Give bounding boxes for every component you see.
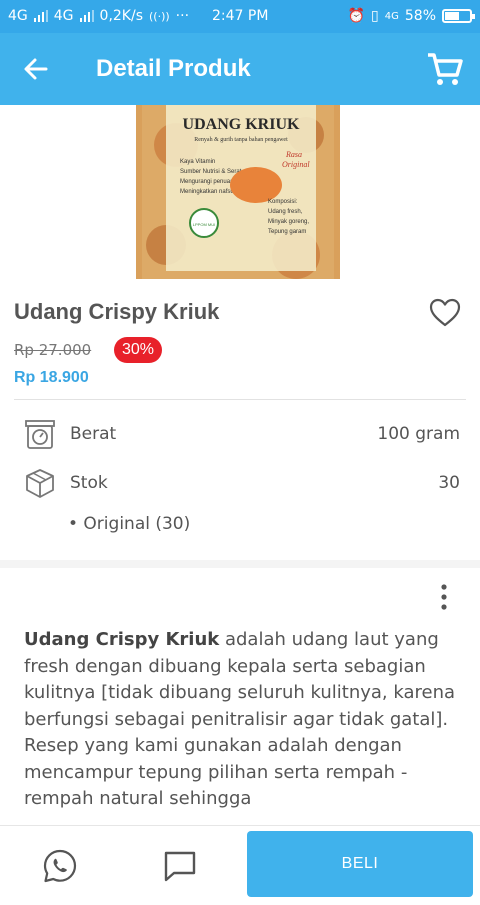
bag-composition-title: Komposisi: — [268, 199, 298, 205]
overflow-dots: ··· — [175, 8, 190, 24]
chat-button[interactable] — [162, 848, 198, 884]
more-options-button[interactable] — [434, 583, 454, 611]
bag-composition-1: Udang fresh, — [268, 209, 303, 215]
spec-label-weight: Berat — [70, 424, 117, 444]
spec-value-stock: 30 — [438, 473, 460, 493]
vibrate-icon: ▯ — [371, 8, 379, 24]
section-separator — [0, 560, 480, 568]
wifi-hotspot-icon: ((·)) — [149, 9, 170, 23]
signal-icon-2 — [79, 10, 94, 22]
product-image[interactable]: UDANG KRIUK Renyah & gurih tanpa bahan p… — [136, 105, 340, 279]
spec-value-weight: 100 gram — [377, 424, 460, 444]
cart-icon — [428, 53, 463, 85]
data-speed: 0,2K/s — [99, 8, 143, 24]
bag-benefit-2: Sumber Nutrisi & Serat — [180, 169, 242, 175]
heart-icon — [429, 298, 461, 327]
bag-benefit-1: Kaya Vitamin — [180, 159, 215, 165]
description-text: adalah udang laut yang fresh dengan dibu… — [24, 629, 456, 809]
sale-price: Rp 18.900 — [14, 369, 89, 386]
arrow-left-icon — [24, 58, 48, 80]
battery-percent: 58% — [404, 8, 436, 24]
scale-icon — [25, 420, 55, 449]
network-label-right: 4G — [384, 10, 399, 22]
page-title: Detail Produk — [96, 55, 251, 82]
bag-composition-3: Tepung garam — [268, 229, 306, 235]
cart-button[interactable] — [424, 49, 464, 89]
chat-icon — [164, 851, 196, 882]
signal-icon — [33, 10, 48, 22]
app-bar: Detail Produk — [0, 33, 480, 105]
network-label-2: 4G — [53, 8, 74, 24]
network-label: 4G — [8, 8, 28, 24]
divider — [14, 399, 466, 400]
back-button[interactable] — [18, 51, 54, 87]
discount-badge: 30% — [114, 337, 163, 363]
clock: 2:47 PM — [212, 8, 269, 24]
whatsapp-button[interactable] — [42, 848, 78, 884]
original-price: Rp 27.000 — [14, 341, 92, 359]
status-bar: 4G 4G 0,2K/s ((·)) ··· 2:47 PM ⏰ ▯ 4G 58… — [0, 0, 480, 33]
bag-brand: UDANG KRIUK — [183, 116, 300, 133]
whatsapp-icon — [43, 849, 77, 883]
buy-button[interactable]: BELI — [247, 831, 473, 897]
product-description: Udang Crispy Kriuk adalah udang laut yan… — [24, 627, 464, 825]
spec-label-stock: Stok — [70, 473, 108, 493]
more-vertical-icon — [441, 584, 447, 610]
favorite-button[interactable] — [428, 296, 462, 330]
bag-benefit-3: Mengurangi penuaan — [180, 179, 237, 185]
variant-option[interactable]: • Original (30) — [68, 514, 190, 534]
bottom-action-bar: BELI — [0, 825, 480, 905]
bag-halal-label: LPPOM MUI — [193, 222, 215, 227]
spec-row-stock: Stok 30 — [24, 466, 460, 500]
description-product-name: Udang Crispy Kriuk — [24, 629, 220, 650]
battery-icon — [442, 9, 475, 23]
bag-flavor-1: Rasa — [285, 150, 302, 159]
product-name: Udang Crispy Kriuk — [14, 299, 220, 324]
alarm-icon: ⏰ — [347, 8, 366, 24]
bag-tagline: Renyah & gurih tanpa bahan pengawet — [194, 137, 288, 143]
box-icon — [26, 469, 54, 498]
bag-composition-2: Minyak goreng, — [268, 219, 309, 225]
spec-row-weight: Berat 100 gram — [24, 417, 460, 451]
bag-flavor-2: Original — [282, 160, 310, 169]
